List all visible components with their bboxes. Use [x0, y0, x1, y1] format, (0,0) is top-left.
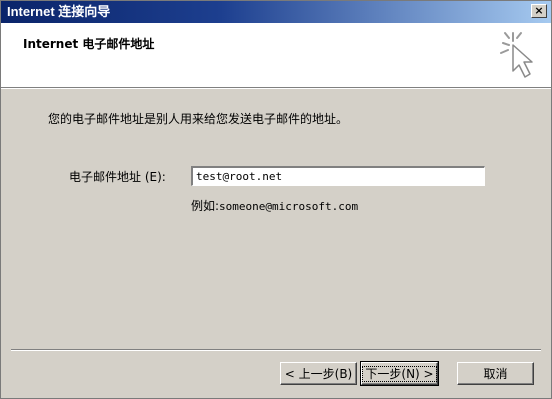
- email-label: 电子邮件地址 (E):: [69, 170, 166, 184]
- example-email: someone@microsoft.com: [219, 200, 359, 213]
- cancel-button[interactable]: 取消: [457, 362, 534, 385]
- close-button[interactable]: ×: [531, 4, 547, 18]
- wizard-sparkle-cursor-icon: [500, 32, 533, 78]
- wizard-window: Internet 连接向导 × Internet 电子邮件地址 您的电子邮件地址…: [0, 0, 552, 399]
- example-hint: 例如:someone@microsoft.com: [191, 197, 358, 214]
- footer-divider: [11, 349, 541, 351]
- page-title: Internet 电子邮件地址: [23, 37, 155, 51]
- instruction-text: 您的电子邮件地址是别人用来给您发送电子邮件的地址。: [48, 112, 349, 126]
- header-divider: [1, 88, 551, 89]
- wizard-header: Internet 电子邮件地址: [1, 23, 551, 88]
- next-button-label: 下一步(N) >: [362, 365, 437, 382]
- next-button[interactable]: 下一步(N) >: [360, 361, 439, 386]
- window-title: Internet 连接向导: [7, 4, 111, 19]
- email-field[interactable]: [191, 166, 485, 186]
- close-icon: ×: [534, 4, 544, 17]
- example-prefix: 例如:: [191, 199, 220, 213]
- back-button[interactable]: < 上一步(B): [280, 362, 357, 385]
- title-bar[interactable]: Internet 连接向导 ×: [1, 1, 551, 23]
